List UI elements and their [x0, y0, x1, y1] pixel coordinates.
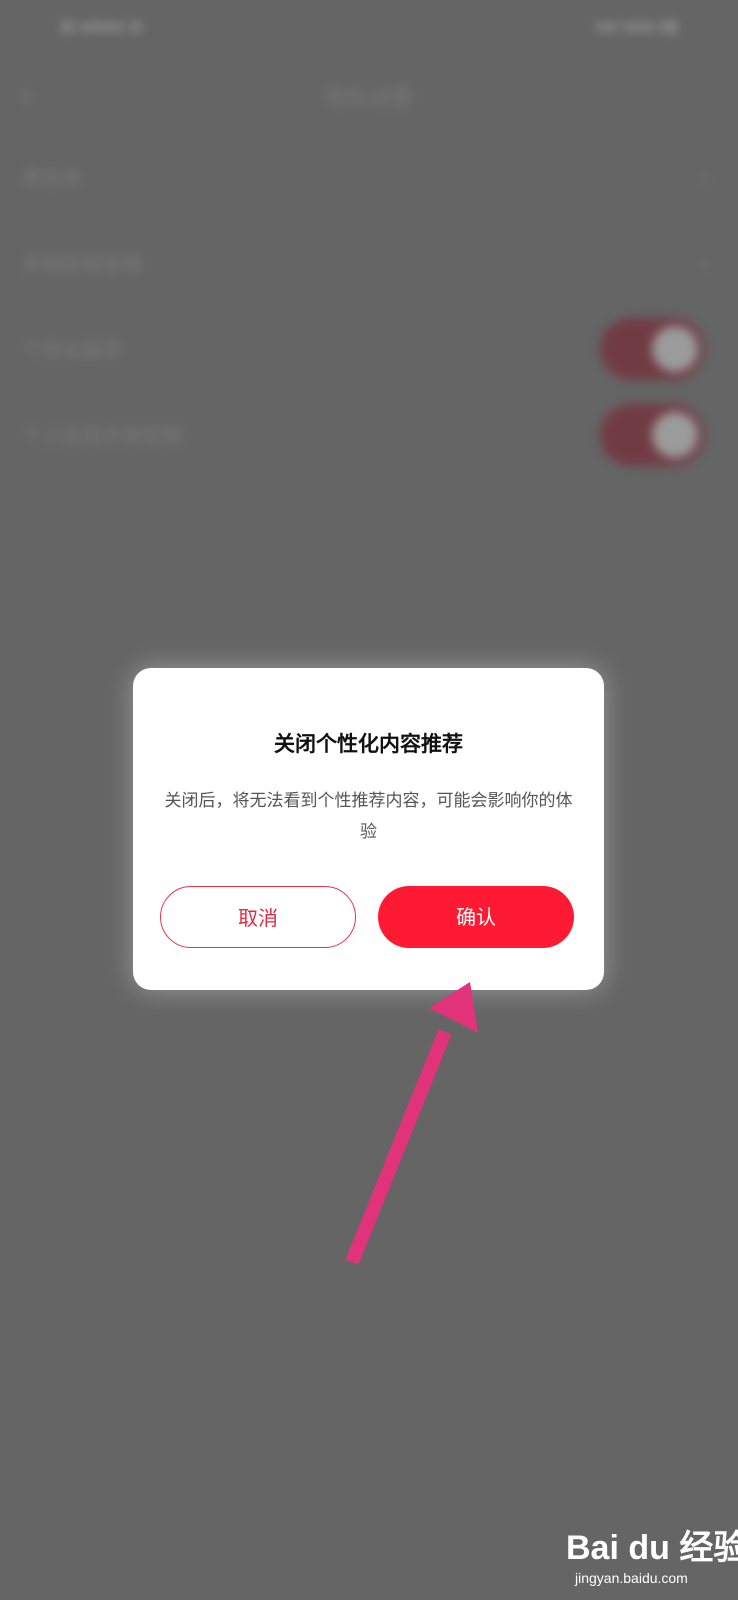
annotation-arrow-icon	[345, 982, 478, 1265]
watermark-logo: Bai du 经验	[566, 1529, 738, 1567]
watermark-url: jingyan.baidu.com	[575, 1570, 688, 1586]
